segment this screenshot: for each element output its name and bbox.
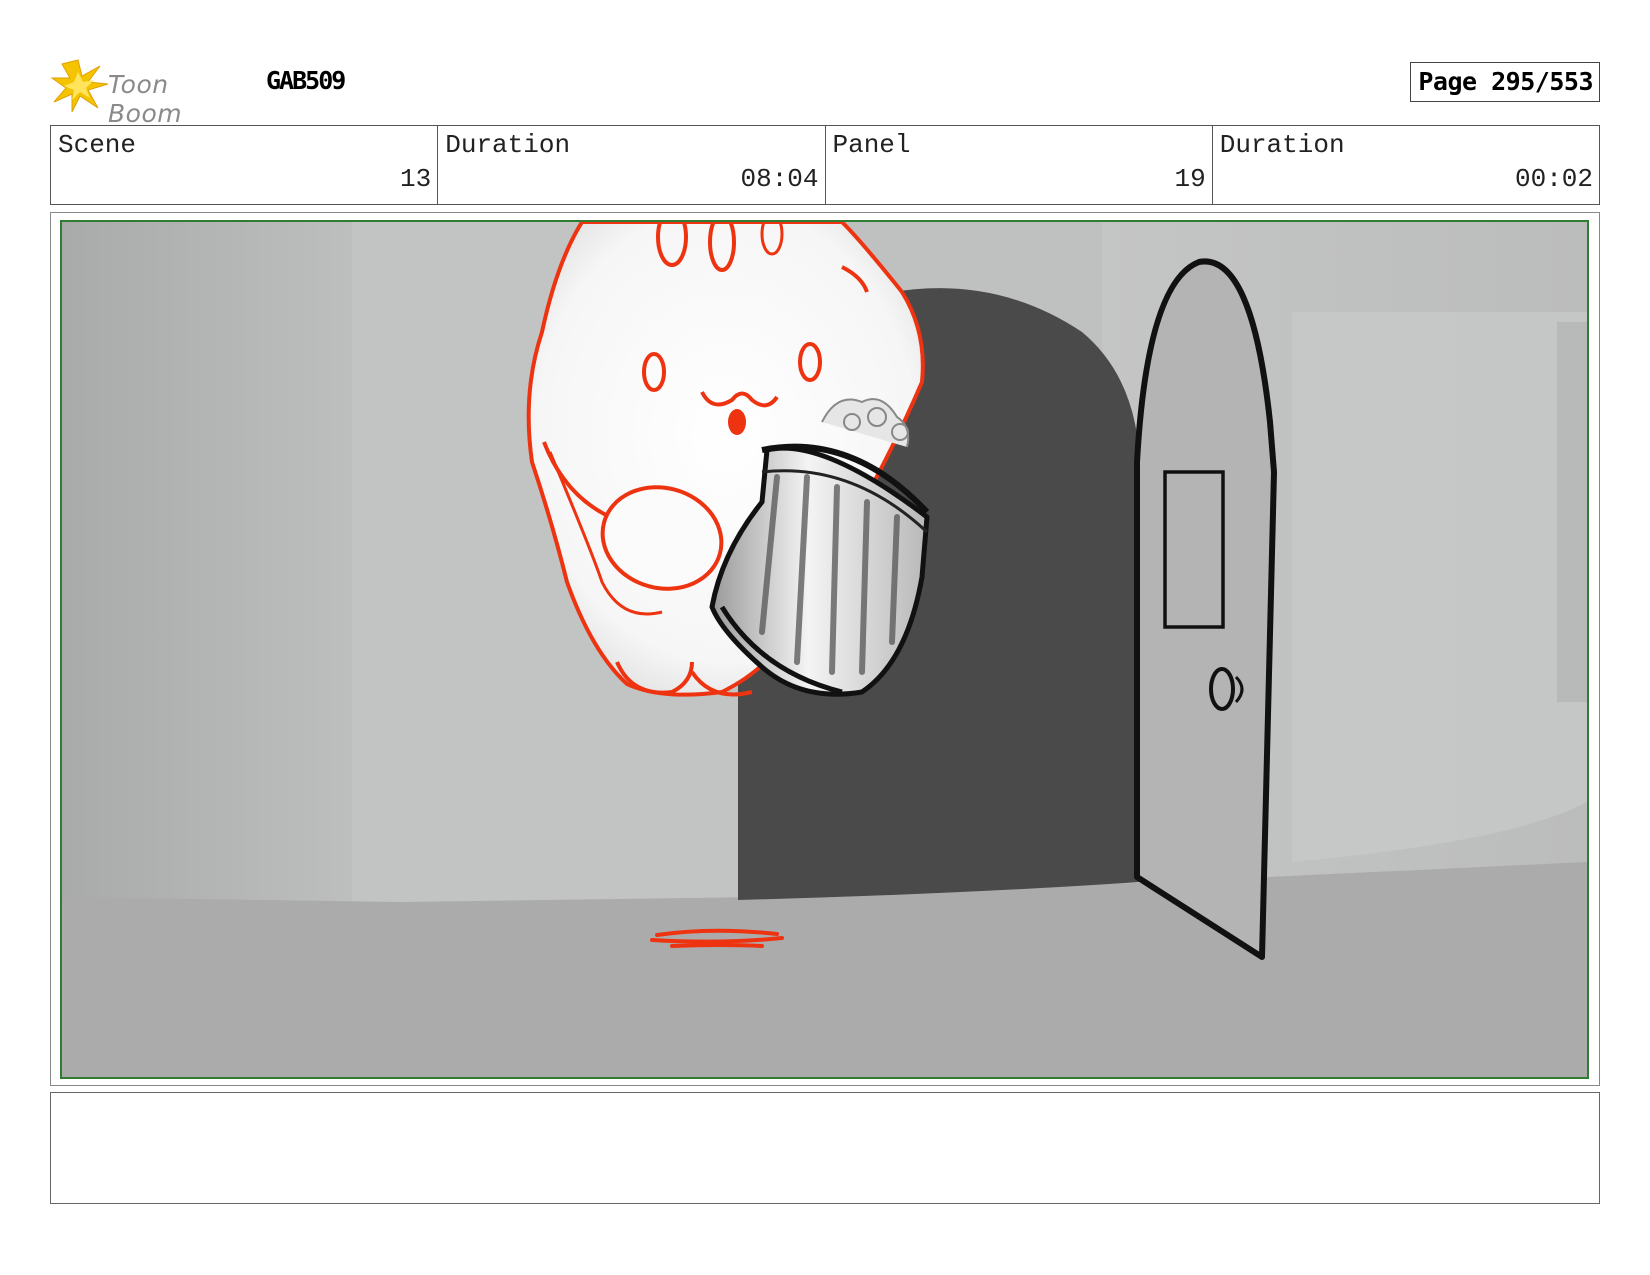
scene-duration-label: Duration: [445, 130, 571, 160]
panel-duration-label: Duration: [1219, 130, 1345, 160]
panel-duration-cell: Duration 00:02: [1213, 126, 1599, 204]
panel-duration-value: 00:02: [1514, 164, 1593, 194]
scene-value: 13: [400, 164, 432, 194]
storyboard-drawing: [62, 222, 1587, 1077]
panel-value: 19: [1174, 164, 1206, 194]
scene-duration-value: 08:04: [740, 164, 819, 194]
scene-duration-cell: Duration 08:04: [438, 126, 826, 204]
project-code: GAB509: [266, 66, 346, 95]
logo-text: Toon Boom: [108, 70, 183, 128]
scene-label: Scene: [58, 130, 137, 160]
starburst-icon: [50, 59, 109, 113]
toon-boom-logo: Toon Boom: [50, 58, 250, 128]
character-mouth: [728, 409, 746, 435]
panel-notes-box: [50, 1092, 1600, 1204]
info-table: Scene 13 Duration 08:04 Panel 19 Duratio…: [50, 125, 1600, 205]
left-wall: [62, 222, 352, 912]
storyboard-panel: [50, 212, 1600, 1086]
page-number: Page 295/553: [1410, 62, 1600, 102]
panel-artwork-frame: [60, 220, 1589, 1079]
page-header: Toon Boom GAB509 Page 295/553: [50, 52, 1600, 128]
open-door: [1134, 258, 1277, 960]
scene-cell: Scene 13: [51, 126, 439, 204]
panel-cell: Panel 19: [826, 126, 1213, 204]
panel-label: Panel: [832, 130, 911, 160]
